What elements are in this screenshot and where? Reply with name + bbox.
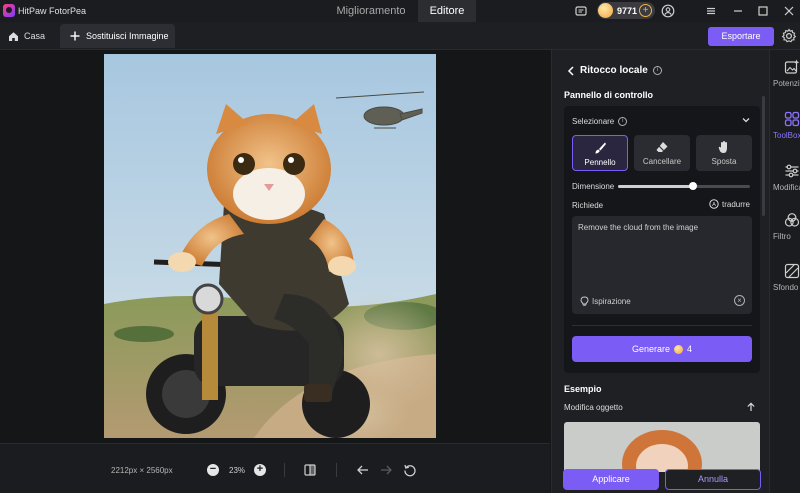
- cancel-button[interactable]: Annulla: [665, 469, 761, 490]
- account-icon[interactable]: [661, 4, 675, 18]
- sliders-icon: [785, 164, 799, 178]
- coin-icon: [598, 3, 613, 18]
- photo-cat-motorcycle: [104, 54, 436, 438]
- arrow-up-icon[interactable]: [746, 402, 756, 412]
- app-title: HitPaw FotorPea: [18, 6, 87, 16]
- gear-icon[interactable]: [781, 28, 797, 44]
- example-subtitle: Modifica oggetto: [564, 403, 623, 412]
- dimension-label: Dimensione: [572, 182, 615, 191]
- reset-icon[interactable]: [403, 463, 417, 477]
- slider-fill: [618, 185, 694, 188]
- rail-label: ToolBox: [773, 131, 800, 140]
- divider: [572, 325, 752, 326]
- toolbar-divider: [284, 463, 285, 477]
- edited-photo[interactable]: [104, 54, 436, 438]
- generate-label: Generare: [631, 344, 670, 354]
- title-bar: HitPaw FotorPea Miglioramento Editore 97…: [0, 0, 800, 22]
- breadcrumb-bar: Casa Sostituisci Immagine: [0, 22, 800, 50]
- rail-label: Modifica: [773, 183, 800, 192]
- coin-icon: [674, 344, 683, 354]
- hand-icon: [718, 141, 727, 153]
- export-button[interactable]: Esportare: [708, 27, 774, 46]
- brush-icon: [595, 142, 606, 154]
- rail-label: Filtro: [773, 232, 791, 241]
- filter-icon: [784, 213, 800, 227]
- plus-icon: [70, 31, 80, 41]
- tool-label: Cancellare: [642, 157, 682, 166]
- local-retouch-panel: Ritocco locale i Pannello di controllo S…: [551, 50, 769, 493]
- slider-handle[interactable]: [689, 182, 698, 190]
- generate-button[interactable]: Generare 4: [572, 336, 752, 362]
- apply-button[interactable]: Applicare: [563, 469, 659, 490]
- prompt-label: Richiede: [572, 201, 604, 210]
- generate-cost: 4: [687, 344, 693, 354]
- credits-badge[interactable]: 9771 +: [597, 2, 655, 19]
- tool-pennello[interactable]: Pennello: [572, 135, 628, 171]
- info-icon[interactable]: i: [618, 117, 628, 126]
- translate-button[interactable]: A tradurre: [709, 199, 750, 209]
- panel-title: Ritocco locale: [580, 65, 648, 76]
- credits-value: 9771: [617, 5, 638, 16]
- home-button[interactable]: Casa: [8, 29, 45, 43]
- eraser-icon: [656, 142, 668, 152]
- translate-label: tradurre: [721, 199, 750, 209]
- lightbulb-icon: [580, 296, 589, 306]
- zoom-in-button[interactable]: +: [254, 464, 266, 476]
- select-label: Selezionare: [572, 117, 615, 126]
- chevron-down-icon[interactable]: [742, 116, 750, 124]
- example-title: Esempio: [564, 384, 602, 394]
- home-icon: [9, 31, 18, 41]
- clear-icon[interactable]: ×: [734, 295, 745, 306]
- tool-cancellare[interactable]: Cancellare: [634, 135, 690, 171]
- app-logo: [3, 4, 15, 17]
- add-credits-icon[interactable]: +: [639, 4, 652, 17]
- prompt-text[interactable]: Remove the cloud from the image: [578, 223, 698, 232]
- tool-label: Sposta: [711, 157, 737, 166]
- tab-editore[interactable]: Editore: [418, 0, 476, 22]
- inspiration-button[interactable]: Ispirazione: [580, 296, 631, 306]
- sparkle-image-icon: [784, 59, 800, 74]
- translate-icon: A: [709, 199, 719, 209]
- zoom-out-button[interactable]: −: [207, 464, 219, 476]
- image-dimensions: 2212px × 2560px: [111, 466, 173, 475]
- tab-sostituisci-immagine[interactable]: Sostituisci Immagine: [60, 24, 175, 48]
- select-section: Selezionare i: [572, 117, 628, 126]
- svg-text:A: A: [712, 202, 716, 208]
- tool-label: Pennello: [584, 158, 616, 167]
- notification-icon[interactable]: [574, 4, 588, 18]
- example-photo: [564, 422, 760, 472]
- maximize-icon[interactable]: [756, 4, 770, 18]
- rail-label: Potenziamento: [773, 79, 800, 88]
- rail-label: Sfondo: [773, 283, 799, 292]
- example-image[interactable]: [564, 422, 760, 472]
- home-label: Casa: [24, 31, 46, 41]
- background-icon: [784, 263, 800, 279]
- redo-arrow-icon[interactable]: [379, 463, 393, 477]
- control-panel: Selezionare i Pennello Cancellare Sposta: [564, 106, 760, 373]
- minimize-icon[interactable]: [731, 4, 745, 18]
- grid-icon: [784, 111, 800, 127]
- tab-miglioramento[interactable]: Miglioramento: [322, 0, 420, 22]
- panel-scrollbar[interactable]: [762, 96, 765, 216]
- info-icon[interactable]: i: [652, 66, 662, 75]
- menu-icon[interactable]: [704, 4, 718, 18]
- close-icon[interactable]: [782, 4, 796, 18]
- tools-rail: Potenziamento ToolBox Modifica Filtro: [769, 50, 800, 493]
- replace-tab-label: Sostituisci Immagine: [86, 31, 169, 41]
- prompt-textarea[interactable]: Remove the cloud from the image Ispirazi…: [572, 216, 752, 314]
- control-panel-title: Pannello di controllo: [564, 90, 654, 100]
- zoom-level: 23%: [229, 466, 246, 475]
- inspiration-label: Ispirazione: [592, 296, 631, 306]
- canvas-toolbar: 2212px × 2560px − 23% +: [0, 443, 550, 493]
- undo-arrow-icon[interactable]: [356, 463, 370, 477]
- toolbar-divider: [336, 463, 337, 477]
- back-chevron-icon[interactable]: [567, 65, 575, 76]
- brush-size-slider[interactable]: [618, 182, 750, 190]
- panel-header: Ritocco locale i: [567, 65, 662, 76]
- compare-icon[interactable]: [303, 463, 317, 477]
- tool-sposta[interactable]: Sposta: [696, 135, 752, 171]
